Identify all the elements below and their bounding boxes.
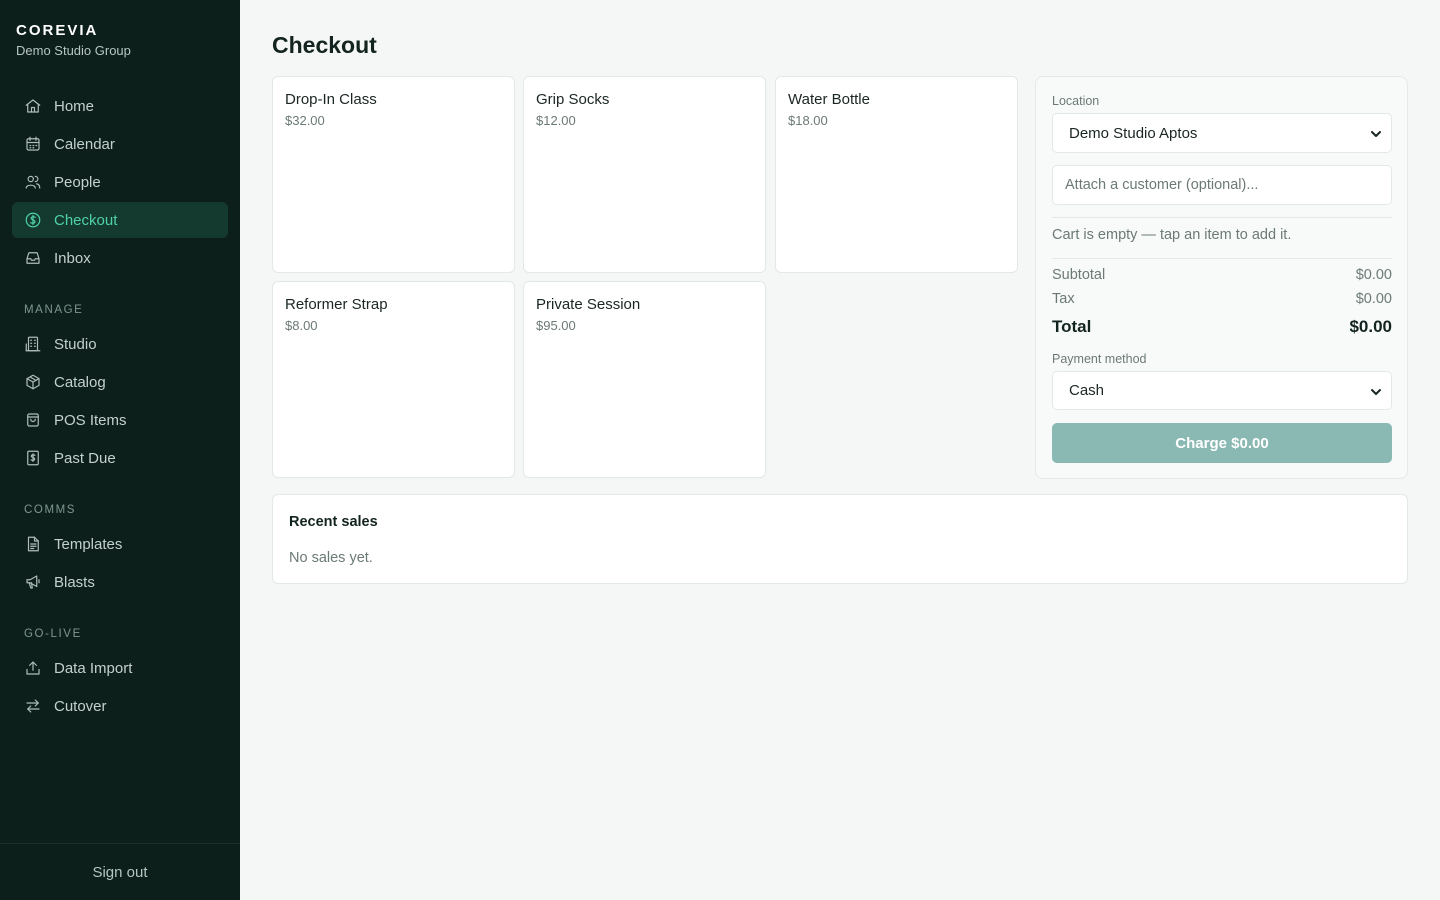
sidebar-item-label: Catalog (54, 373, 106, 391)
sidebar-item-templates[interactable]: Templates (12, 526, 228, 562)
divider (1052, 217, 1392, 218)
section-label-comms: COMMS (24, 504, 77, 516)
sidebar-item-home[interactable]: Home (12, 88, 228, 124)
upload-icon (24, 659, 42, 677)
item-name: Reformer Strap (285, 296, 388, 313)
location-label: Location (1052, 94, 1100, 108)
payment-method-label: Payment method (1052, 352, 1147, 366)
customer-search-input[interactable] (1052, 165, 1392, 205)
page-title: Checkout (272, 32, 377, 58)
sidebar-item-label: POS Items (54, 411, 127, 429)
sidebar-item-studio[interactable]: Studio (12, 326, 228, 362)
invoice-dollar-icon (24, 449, 42, 467)
sidebar-item-label: Home (54, 97, 95, 115)
total-row: Total $0.00 (1052, 317, 1392, 337)
sidebar-item-cutover[interactable]: Cutover (12, 688, 228, 724)
item-card-water-bottle[interactable]: Water Bottle $18.00 (775, 76, 1018, 273)
section-label-manage: MANAGE (24, 304, 84, 316)
cart-empty-message: Cart is empty — tap an item to add it. (1052, 227, 1292, 243)
tax-value: $0.00 (1355, 291, 1392, 307)
item-card-grip-socks[interactable]: Grip Socks $12.00 (523, 76, 766, 273)
tax-label: Tax (1052, 291, 1075, 307)
item-card-reformer-strap[interactable]: Reformer Strap $8.00 (272, 281, 515, 478)
chevron-down-icon (1369, 127, 1383, 141)
brand: COREVIA Demo Studio Group (16, 22, 131, 58)
location-select[interactable]: Demo Studio Aptos (1052, 113, 1392, 153)
sidebar-item-checkout[interactable]: Checkout (12, 202, 228, 238)
calendar-icon (24, 135, 42, 153)
item-name: Private Session (536, 296, 641, 313)
sidebar-item-blasts[interactable]: Blasts (12, 564, 228, 600)
brand-name: COREVIA (16, 22, 99, 39)
sidebar-item-label: Cutover (54, 697, 107, 715)
sidebar-item-people[interactable]: People (12, 164, 228, 200)
chevron-down-icon (1369, 385, 1383, 399)
sign-out-button[interactable]: Sign out (92, 864, 147, 881)
sidebar-item-label: Calendar (54, 135, 115, 153)
item-price: $8.00 (285, 318, 318, 333)
document-icon (24, 535, 42, 553)
sidebar-item-past-due[interactable]: Past Due (12, 440, 228, 476)
building-icon (24, 335, 42, 353)
tax-row: Tax $0.00 (1052, 291, 1392, 307)
sidebar-item-label: Templates (54, 535, 123, 553)
charge-button[interactable]: Charge $0.00 (1052, 423, 1392, 463)
sidebar-item-label: Blasts (54, 573, 95, 591)
item-price: $95.00 (536, 318, 576, 333)
sidebar-item-label: Inbox (54, 249, 91, 267)
payment-method-select[interactable]: Cash (1052, 371, 1392, 410)
package-icon (24, 373, 42, 391)
sidebar-nav: Home Calendar People Checkout Inbox MANA… (12, 88, 228, 726)
item-price: $18.00 (788, 113, 828, 128)
people-icon (24, 173, 42, 191)
sidebar-item-pos-items[interactable]: POS Items (12, 402, 228, 438)
megaphone-icon (24, 573, 42, 591)
payment-method-value: Cash (1069, 382, 1105, 399)
dollar-circle-icon (24, 211, 42, 229)
item-name: Water Bottle (788, 91, 870, 108)
section-label-go-live: GO-LIVE (24, 628, 82, 640)
sidebar-item-label: Studio (54, 335, 97, 353)
subtotal-value: $0.00 (1355, 267, 1392, 283)
sidebar-item-calendar[interactable]: Calendar (12, 126, 228, 162)
sidebar-item-inbox[interactable]: Inbox (12, 240, 228, 276)
total-value: $0.00 (1349, 317, 1392, 336)
recent-sales-title: Recent sales (289, 514, 378, 530)
item-name: Grip Socks (536, 91, 610, 108)
sidebar-item-catalog[interactable]: Catalog (12, 364, 228, 400)
org-name: Demo Studio Group (16, 43, 131, 58)
divider (1052, 258, 1392, 259)
signout-area: Sign out (0, 843, 240, 900)
item-card-drop-in-class[interactable]: Drop-In Class $32.00 (272, 76, 515, 273)
recent-sales-panel: Recent sales No sales yet. (272, 494, 1408, 584)
subtotal-row: Subtotal $0.00 (1052, 267, 1392, 283)
item-price: $12.00 (536, 113, 576, 128)
subtotal-label: Subtotal (1052, 267, 1106, 283)
home-icon (24, 97, 42, 115)
item-price: $32.00 (285, 113, 325, 128)
sidebar-item-label: Data Import (54, 659, 133, 677)
item-name: Drop-In Class (285, 91, 377, 108)
inbox-icon (24, 249, 42, 267)
arrows-swap-icon (24, 697, 42, 715)
sidebar: COREVIA Demo Studio Group Home Calendar … (0, 0, 240, 900)
shopping-bag-icon (24, 411, 42, 429)
sidebar-item-label: Past Due (54, 449, 116, 467)
sidebar-item-data-import[interactable]: Data Import (12, 650, 228, 686)
sidebar-item-label: Checkout (54, 211, 118, 229)
cart-panel: Location Demo Studio Aptos Cart is empty… (1035, 76, 1408, 479)
sidebar-item-label: People (54, 173, 101, 191)
total-label: Total (1052, 317, 1092, 336)
item-card-private-session[interactable]: Private Session $95.00 (523, 281, 766, 478)
location-value: Demo Studio Aptos (1069, 124, 1198, 142)
recent-sales-empty-message: No sales yet. (289, 550, 373, 566)
